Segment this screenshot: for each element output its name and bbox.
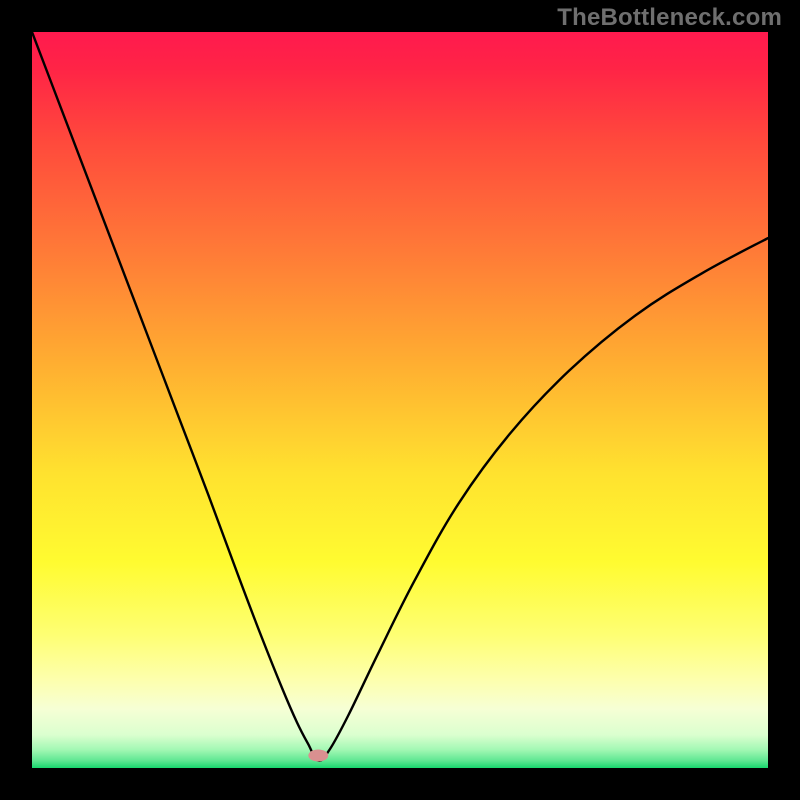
chart-frame: TheBottleneck.com	[0, 0, 800, 800]
gradient-background	[32, 32, 768, 768]
watermark-text: TheBottleneck.com	[557, 4, 782, 32]
bottleneck-plot	[32, 32, 768, 768]
minimum-marker	[308, 749, 328, 761]
